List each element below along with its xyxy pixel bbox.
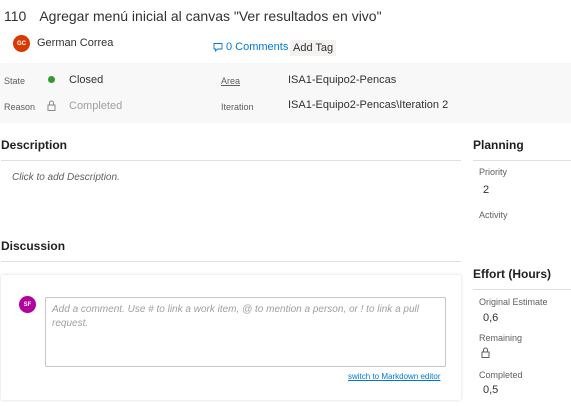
reason-label: Reason: [4, 102, 36, 112]
effort-divider: [473, 289, 571, 290]
title-row: 110 Agregar menú inicial al canvas "Ver …: [4, 6, 382, 26]
completed-label: Completed: [479, 370, 523, 380]
header-fields: [0, 63, 571, 123]
planning-heading: Planning: [473, 138, 524, 152]
description-heading: Description: [1, 138, 68, 152]
area-field[interactable]: ISA1-Equipo2-Pencas: [288, 74, 396, 86]
description-editor[interactable]: Click to add Description.: [12, 172, 120, 183]
activity-label: Activity: [479, 210, 508, 220]
user-avatar: SF: [19, 296, 36, 313]
priority-label: Priority: [479, 167, 508, 177]
effort-heading: Effort (Hours): [473, 267, 551, 281]
author-avatar: GC: [13, 35, 30, 52]
iteration-field[interactable]: ISA1-Equipo2-Pencas\Iteration 2: [288, 99, 448, 111]
work-item-id: 110: [4, 8, 27, 24]
completed-field[interactable]: 0,5: [483, 384, 498, 396]
lock-icon: [47, 100, 56, 111]
add-tag-button[interactable]: Add Tag: [290, 40, 337, 56]
comments-count: 0 Comments: [226, 41, 289, 53]
work-item-page: 110 Agregar menú inicial al canvas "Ver …: [0, 0, 571, 406]
remaining-label: Remaining: [479, 333, 523, 343]
iteration-label: Iteration: [221, 102, 254, 112]
reason-field: Completed: [69, 100, 123, 112]
area-label: Area: [221, 76, 241, 86]
planning-divider: [473, 160, 571, 161]
state-indicator: [48, 76, 55, 83]
description-divider: [1, 160, 461, 161]
lock-icon: [481, 347, 490, 358]
comment-icon: [213, 43, 223, 52]
markdown-editor-link[interactable]: switch to Markdown editor: [348, 372, 440, 381]
original-estimate-label: Original Estimate: [479, 297, 548, 307]
work-item-title[interactable]: Agregar menú inicial al canvas "Ver resu…: [39, 8, 381, 24]
assigned-to-field[interactable]: German Correa: [37, 37, 113, 49]
comments-link[interactable]: 0 Comments: [213, 41, 288, 53]
priority-field[interactable]: 2: [483, 184, 489, 196]
state-field[interactable]: Closed: [69, 74, 103, 86]
original-estimate-field[interactable]: 0,6: [483, 312, 498, 324]
discussion-divider: [1, 261, 461, 262]
discussion-heading: Discussion: [1, 239, 66, 253]
comment-input[interactable]: Add a comment. Use # to link a work item…: [45, 297, 446, 367]
state-label: State: [4, 76, 26, 86]
